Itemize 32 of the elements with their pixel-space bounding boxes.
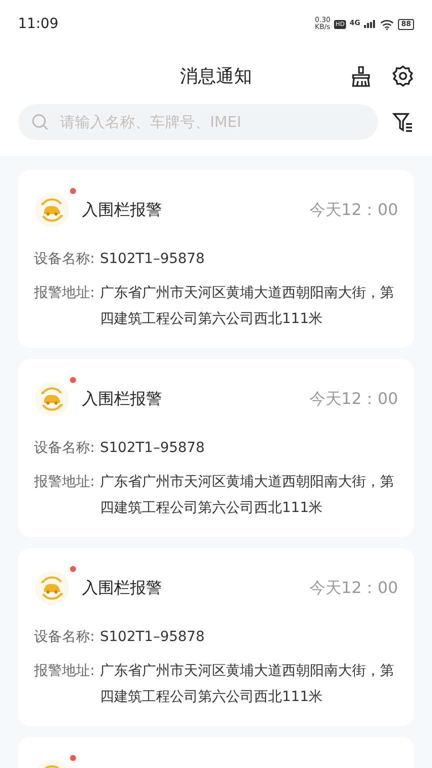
page-title: 消息通知 xyxy=(180,64,252,88)
car-fence-icon xyxy=(34,570,70,606)
field-value: 广东省广州市天河区黄埔大道西朝阳南大街，第四建筑工程公司第六公司西北111米 xyxy=(100,662,395,707)
field-value: S102T1–95878 xyxy=(100,628,205,647)
car-fence-icon xyxy=(34,381,70,417)
field-label: 报警地址: xyxy=(34,473,96,492)
field-value: S102T1–95878 xyxy=(100,250,205,269)
field-label: 报警地址: xyxy=(34,662,96,681)
message-title: 入围栏报警 xyxy=(82,577,162,599)
filter-icon[interactable] xyxy=(392,111,414,133)
message-title: 入围栏报警 xyxy=(82,199,162,221)
field-label: 报警地址: xyxy=(34,284,96,303)
field-value: 广东省广州市天河区黄埔大道西朝阳南大街，第四建筑工程公司第六公司西北111米 xyxy=(100,473,395,518)
field-label: 设备名称: xyxy=(34,250,96,269)
message-card[interactable]: 入围栏报警 今天12：00 设备名称: S102T1–95878 报警地址: 广东省广州市天河区黄埔大道西朝阳南大街，第四建筑工程公司第六公司西北111米 xyxy=(18,359,414,537)
signal-icon xyxy=(364,20,376,28)
message-title: 入围栏报警 xyxy=(82,388,162,410)
field-value: S102T1–95878 xyxy=(100,439,205,458)
car-fence-icon xyxy=(34,192,70,228)
message-card[interactable]: 入围栏报警 今天12：00 设备名称: S102T1–95878 报警地址: 广东省广州市天河区黄埔大道西朝阳南大街，第四建筑工程公司第六公司西北111米 xyxy=(18,548,414,726)
status-time: 11:09 xyxy=(18,14,58,34)
search-icon xyxy=(31,113,49,131)
field-value: 广东省广州市天河区黄埔大道西朝阳南大街，第四建筑工程公司第六公司西北111米 xyxy=(100,284,395,329)
message-time: 今天12：00 xyxy=(309,388,398,410)
message-time: 今天12：00 xyxy=(309,199,398,221)
wifi-icon xyxy=(380,18,394,30)
field-label: 设备名称: xyxy=(34,439,96,458)
field-label: 设备名称: xyxy=(34,628,96,647)
settings-icon[interactable] xyxy=(392,65,414,87)
message-card[interactable]: 入围栏报警 今天12：00 设备名称: S102T1–95878 报警地址: 广东省广州市天河区黄埔大道西朝阳南大街，第四建筑工程公司第六公司西北111米 xyxy=(18,170,414,348)
broom-icon[interactable] xyxy=(350,65,372,87)
message-time: 今天12：00 xyxy=(309,577,398,599)
